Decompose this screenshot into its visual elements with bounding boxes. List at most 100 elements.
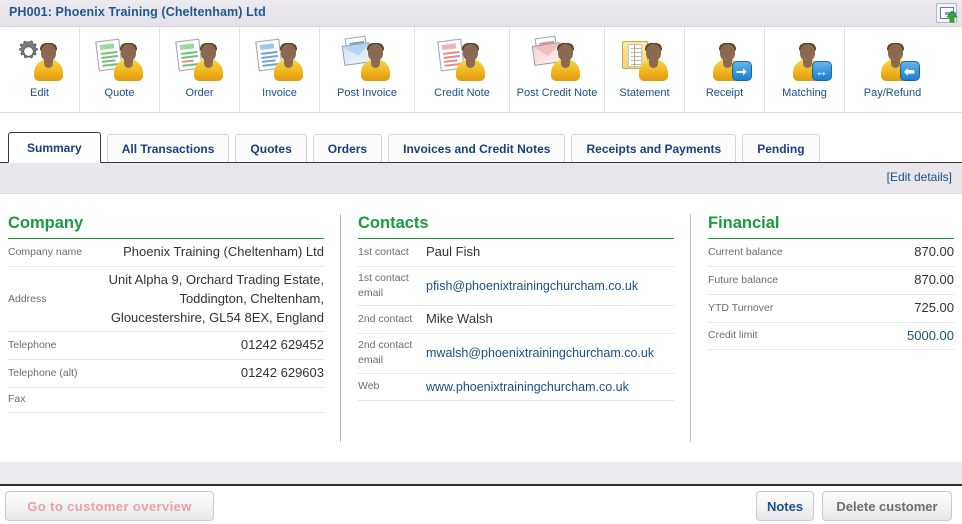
table-row: Telephone (alt) 01242 629603	[8, 360, 324, 389]
tab-label: Summary	[27, 140, 82, 155]
row-label: Telephone	[8, 339, 57, 352]
tab-label: Invoices and Credit Notes	[403, 142, 551, 156]
toolbar-button-invoice[interactable]: Invoice	[240, 27, 320, 113]
table-row: Web www.phoenixtrainingchurcham.co.uk	[358, 374, 674, 401]
contact-web-link[interactable]: www.phoenixtrainingchurcham.co.uk	[420, 378, 674, 396]
window-restore-icon[interactable]	[936, 3, 958, 23]
tab-strip: Summary All Transactions Quotes Orders I…	[0, 113, 962, 163]
table-row: Telephone 01242 629452	[8, 332, 324, 361]
toolbar-button-matching[interactable]: ↔ Matching	[765, 27, 845, 113]
toolbar-button-statement[interactable]: Statement	[605, 27, 685, 113]
tab-summary[interactable]: Summary	[8, 132, 101, 163]
notes-button[interactable]: Notes	[756, 491, 814, 521]
person-figure-icon	[360, 43, 390, 81]
row-value: Mike Walsh	[426, 311, 493, 327]
row-value: 5000.00	[907, 327, 954, 343]
toolbar-button-post-invoice[interactable]: Post Invoice	[320, 27, 415, 113]
row-label: Web	[358, 380, 380, 393]
tab-list: Summary All Transactions Quotes Orders I…	[8, 132, 820, 163]
post-invoice-envelope-icon	[341, 35, 390, 81]
toolbar-button-order[interactable]: Order	[160, 27, 240, 113]
panel-divider-2	[690, 214, 691, 442]
row-label: Telephone (alt)	[8, 367, 78, 380]
row-value: 725.00	[914, 299, 954, 315]
table-row: Current balance 870.00	[708, 239, 954, 267]
footer-spacer-band	[0, 462, 962, 484]
row-label: Address	[8, 292, 47, 305]
post-credit-note-envelope-icon	[531, 35, 580, 81]
person-figure-icon	[638, 43, 668, 81]
tab-invoices-and-credit-notes[interactable]: Invoices and Credit Notes	[388, 134, 566, 163]
arrow-right-badge-icon: ➞	[731, 61, 752, 81]
row-value: Paul Fish	[426, 244, 481, 259]
table-row: Address Unit Alpha 9, Orchard Trading Es…	[8, 267, 324, 333]
toolbar-label-quote: Quote	[104, 87, 135, 99]
invoice-document-icon	[254, 37, 303, 81]
person-figure-icon	[113, 43, 143, 81]
toolbar-label-credit-note: Credit Note	[434, 87, 490, 99]
row-label: Current balance	[708, 245, 783, 258]
edit-details-link[interactable]: [Edit details]	[887, 170, 952, 184]
row-label: 1st contact email	[358, 271, 409, 300]
person-figure-icon	[193, 43, 223, 81]
table-row: 1st contact email pfish@phoenixtrainingc…	[358, 267, 674, 307]
row-label: Future balance	[708, 273, 779, 286]
company-panel: Company Company name Phoenix Training (C…	[8, 214, 324, 414]
tab-label: Quotes	[250, 142, 292, 156]
toolbar-button-quote[interactable]: Quote	[80, 27, 160, 113]
contact-email-link[interactable]: pfish@phoenixtrainingchurcham.co.uk	[420, 277, 674, 295]
arrow-both-badge-icon: ↔	[811, 61, 832, 81]
tab-pending[interactable]: Pending	[742, 134, 820, 163]
toolbar-label-statement: Statement	[619, 87, 670, 99]
toolbar-button-edit[interactable]: Edit	[0, 27, 80, 113]
pay-refund-arrow-left-icon: ⬅	[870, 37, 920, 81]
toolbar-label-pay-refund: Pay/Refund	[863, 87, 922, 99]
tab-all-transactions[interactable]: All Transactions	[106, 134, 230, 163]
row-value: Unit Alpha 9, Orchard Trading Estate, To…	[108, 271, 324, 325]
contacts-panel-heading: Contacts	[358, 214, 674, 239]
receipt-arrow-right-icon: ➞	[702, 37, 752, 81]
person-figure-icon	[33, 43, 63, 81]
tab-quotes[interactable]: Quotes	[235, 134, 307, 163]
tab-receipts-and-payments[interactable]: Receipts and Payments	[571, 134, 737, 163]
table-row: YTD Turnover 725.00	[708, 295, 954, 323]
toolbar-button-receipt[interactable]: ➞ Receipt	[685, 27, 765, 113]
row-label: Company name	[8, 245, 83, 258]
quote-document-icon	[94, 37, 143, 81]
table-row: Company name Phoenix Training (Cheltenha…	[8, 239, 324, 267]
company-panel-heading: Company	[8, 214, 324, 239]
tab-label: Receipts and Payments	[586, 142, 722, 156]
row-label: Credit limit	[708, 329, 758, 342]
row-value: 01242 629603	[240, 365, 324, 381]
order-document-icon	[174, 37, 223, 81]
matching-arrow-both-icon: ↔	[782, 37, 832, 81]
contact-email-link[interactable]: mwalsh@phoenixtrainingchurcham.co.uk	[420, 344, 674, 362]
row-label: 2nd contact email	[358, 339, 413, 367]
toolbar-label-order: Order	[185, 87, 214, 99]
toolbar-button-pay-refund[interactable]: ⬅ Pay/Refund	[845, 27, 940, 113]
window-title-bar: PH001: Phoenix Training (Cheltenham) Ltd	[0, 0, 962, 27]
tab-orders[interactable]: Orders	[312, 134, 383, 163]
company-rows: Company name Phoenix Training (Cheltenha…	[8, 239, 324, 414]
row-value: Phoenix Training (Cheltenham) Ltd	[123, 244, 324, 259]
table-row: 1st contact Paul Fish	[358, 239, 674, 267]
panel-divider-1	[340, 214, 341, 442]
go-to-customer-overview-button[interactable]: Go to customer overview	[5, 491, 214, 521]
person-figure-icon	[273, 43, 303, 81]
table-row: 2nd contact Mike Walsh	[358, 306, 674, 335]
arrow-left-badge-icon: ⬅	[899, 61, 920, 81]
delete-customer-button[interactable]: Delete customer	[822, 491, 952, 521]
toolbar-label-matching: Matching	[782, 87, 827, 99]
toolbar-label-post-credit-note: Post Credit Note	[516, 87, 598, 99]
table-row: Fax	[8, 388, 324, 414]
row-value: 870.00	[914, 271, 954, 287]
contacts-panel: Contacts 1st contact Paul Fish 1st conta…	[358, 214, 674, 401]
financial-panel-heading: Financial	[708, 214, 954, 239]
row-value: 01242 629452	[240, 337, 324, 353]
toolbar-button-post-credit-note[interactable]: Post Credit Note	[510, 27, 605, 113]
tab-label: Pending	[757, 142, 805, 156]
customer-toolbar: Edit Quote Order Invoice Post Invoice Cr…	[0, 27, 962, 113]
person-figure-icon	[550, 43, 580, 81]
toolbar-button-credit-note[interactable]: Credit Note	[415, 27, 510, 113]
summary-content: Company Company name Phoenix Training (C…	[0, 194, 962, 462]
